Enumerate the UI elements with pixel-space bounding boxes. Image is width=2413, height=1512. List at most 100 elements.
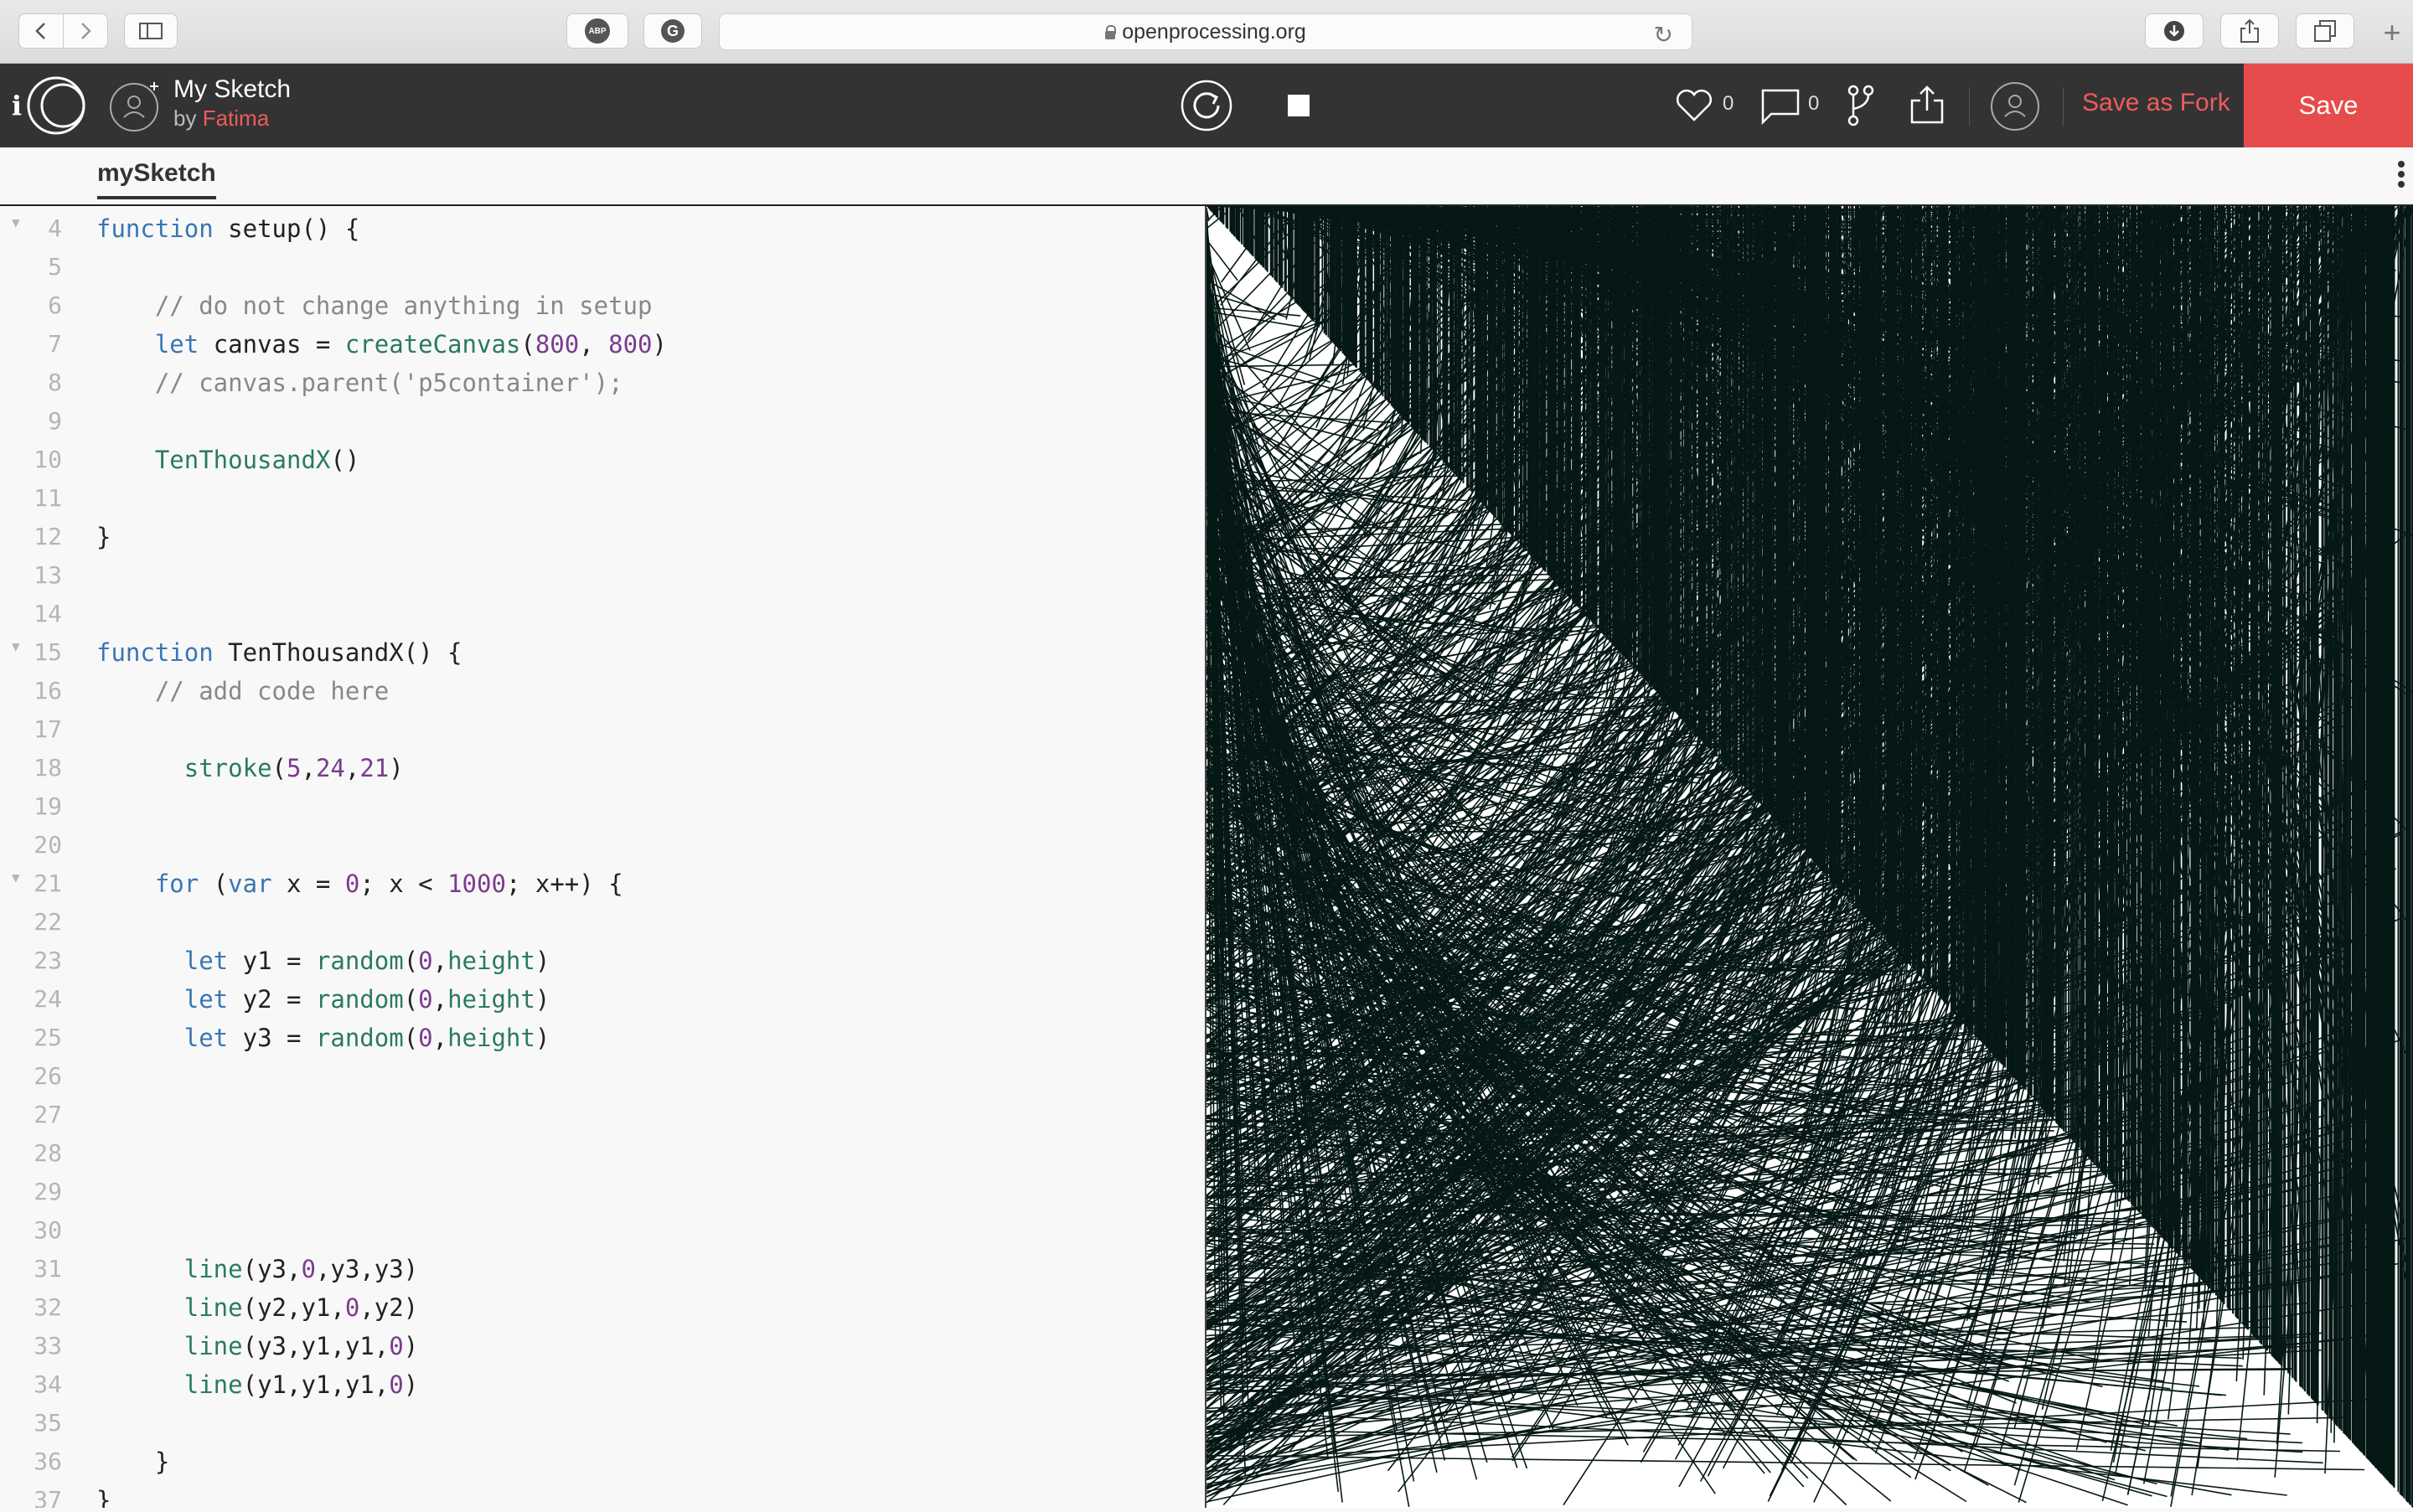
code-line[interactable]: 29	[0, 1178, 1205, 1216]
code-line[interactable]: 22	[0, 908, 1205, 947]
openprocessing-logo-icon[interactable]	[25, 75, 87, 136]
line-number: 17	[0, 715, 62, 743]
tab-mysketch[interactable]: mySketch	[97, 159, 216, 199]
line-number: 16	[0, 677, 62, 704]
line-number: 24	[0, 985, 62, 1013]
code-line[interactable]: 37}	[0, 1486, 1205, 1508]
adblock-icon: ABP	[585, 18, 610, 44]
code-line[interactable]: 10 TenThousandX()	[0, 446, 1205, 484]
fork-button[interactable]	[1847, 84, 1875, 127]
sketch-canvas[interactable]	[1206, 206, 2413, 1508]
code-line[interactable]: 8 // canvas.parent('p5container');	[0, 369, 1205, 407]
save-as-fork-button[interactable]: Save as Fork	[2082, 89, 2230, 117]
code-line[interactable]: 4▼function setup() {	[0, 214, 1205, 253]
code-text: line(y3,y1,y1,0)	[96, 1332, 418, 1360]
code-line[interactable]: 18 stroke(5,24,21)	[0, 754, 1205, 792]
sketch-lines	[1206, 206, 2413, 1508]
app-header: My Sketch by Fatima i 0 0 Save as Fork S…	[0, 64, 2413, 147]
fold-arrow-icon[interactable]: ▼	[12, 214, 20, 230]
like-button[interactable]	[1674, 85, 1714, 126]
code-line[interactable]: 7 let canvas = createCanvas(800, 800)	[0, 330, 1205, 369]
line-number: 30	[0, 1216, 62, 1244]
grammarly-button[interactable]: G	[643, 13, 702, 49]
line-number: 14	[0, 600, 62, 627]
line-number: 32	[0, 1293, 62, 1321]
code-line[interactable]: 21▼ for (var x = 0; x < 1000; x++) {	[0, 870, 1205, 908]
code-line[interactable]: 16 // add code here	[0, 677, 1205, 715]
tabs-button[interactable]	[2296, 13, 2354, 49]
code-line[interactable]: 23 let y1 = random(0,height)	[0, 947, 1205, 985]
reload-icon[interactable]: ↻	[1654, 21, 1673, 49]
sidebar-icon	[138, 22, 163, 40]
line-number: 26	[0, 1062, 62, 1090]
code-line[interactable]: 9	[0, 407, 1205, 446]
line-number: 25	[0, 1024, 62, 1051]
downloads-button[interactable]	[2145, 13, 2204, 49]
code-editor[interactable]: 4▼function setup() {56 // do not change …	[0, 206, 1205, 1508]
code-line[interactable]: 28	[0, 1139, 1205, 1178]
url-text: openprocessing.org	[1122, 20, 1306, 44]
info-button[interactable]: i	[0, 85, 34, 126]
code-text: for (var x = 0; x < 1000; x++) {	[96, 870, 623, 898]
code-line[interactable]: 32 line(y2,y1,0,y2)	[0, 1293, 1205, 1332]
line-number: 11	[0, 484, 62, 512]
code-line[interactable]: 14	[0, 600, 1205, 638]
more-options-icon[interactable]	[2398, 157, 2406, 191]
fold-arrow-icon[interactable]: ▼	[12, 870, 20, 885]
line-number: 31	[0, 1255, 62, 1282]
line-number: 22	[0, 908, 62, 936]
code-line[interactable]: 33 line(y3,y1,y1,0)	[0, 1332, 1205, 1370]
code-line[interactable]: 26	[0, 1062, 1205, 1101]
adblock-button[interactable]: ABP	[566, 13, 628, 49]
user-icon	[1989, 80, 2041, 132]
sketch-title[interactable]: My Sketch	[173, 75, 291, 104]
code-line[interactable]: 17	[0, 715, 1205, 754]
restart-button[interactable]	[1180, 79, 1233, 132]
code-line[interactable]: 25 let y3 = random(0,height)	[0, 1024, 1205, 1062]
save-button[interactable]: Save	[2244, 64, 2413, 147]
code-line[interactable]: 36 }	[0, 1447, 1205, 1486]
code-line[interactable]: 30	[0, 1216, 1205, 1255]
like-count: 0	[1723, 92, 1734, 116]
code-text: // canvas.parent('p5container');	[96, 369, 623, 397]
share-sketch-button[interactable]	[1909, 85, 1945, 126]
address-bar[interactable]: openprocessing.org ↻	[719, 13, 1692, 50]
line-number: 29	[0, 1178, 62, 1205]
code-text: // do not change anything in setup	[96, 292, 652, 320]
stop-button[interactable]	[1285, 92, 1312, 119]
new-tab-button[interactable]: +	[2371, 15, 2413, 64]
line-number: 15	[0, 638, 62, 666]
fold-arrow-icon[interactable]: ▼	[12, 638, 20, 654]
forward-button[interactable]	[63, 13, 108, 49]
code-line[interactable]: 19	[0, 792, 1205, 831]
code-line[interactable]: 6 // do not change anything in setup	[0, 292, 1205, 330]
user-avatar-button[interactable]	[1989, 80, 2041, 132]
code-line[interactable]: 24 let y2 = random(0,height)	[0, 985, 1205, 1024]
line-number: 4	[0, 214, 62, 242]
sketch-output	[1206, 206, 2413, 1508]
code-line[interactable]: 20	[0, 831, 1205, 870]
code-line[interactable]: 31 line(y3,0,y3,y3)	[0, 1255, 1205, 1293]
comment-icon	[1759, 87, 1801, 126]
line-number: 27	[0, 1101, 62, 1128]
author-link[interactable]: Fatima	[203, 106, 269, 131]
code-line[interactable]: 15▼function TenThousandX() {	[0, 638, 1205, 677]
code-text: stroke(5,24,21)	[96, 754, 404, 782]
header-divider	[2063, 87, 2064, 126]
stop-icon	[1288, 95, 1310, 116]
sidebar-button[interactable]	[124, 13, 178, 49]
share-button[interactable]	[2220, 13, 2279, 49]
code-line[interactable]: 11	[0, 484, 1205, 523]
code-line[interactable]: 34 line(y1,y1,y1,0)	[0, 1370, 1205, 1409]
file-tab-bar: mySketch	[0, 147, 2413, 206]
code-line[interactable]: 13	[0, 561, 1205, 600]
code-line[interactable]: 27	[0, 1101, 1205, 1139]
comments-button[interactable]	[1759, 87, 1801, 126]
heart-icon	[1675, 88, 1713, 123]
code-line[interactable]: 12}	[0, 523, 1205, 561]
sketch-avatar-icon[interactable]	[109, 79, 163, 132]
code-line[interactable]: 5	[0, 253, 1205, 292]
code-line[interactable]: 35	[0, 1409, 1205, 1447]
fork-icon	[1847, 84, 1875, 127]
back-button[interactable]	[18, 13, 64, 49]
